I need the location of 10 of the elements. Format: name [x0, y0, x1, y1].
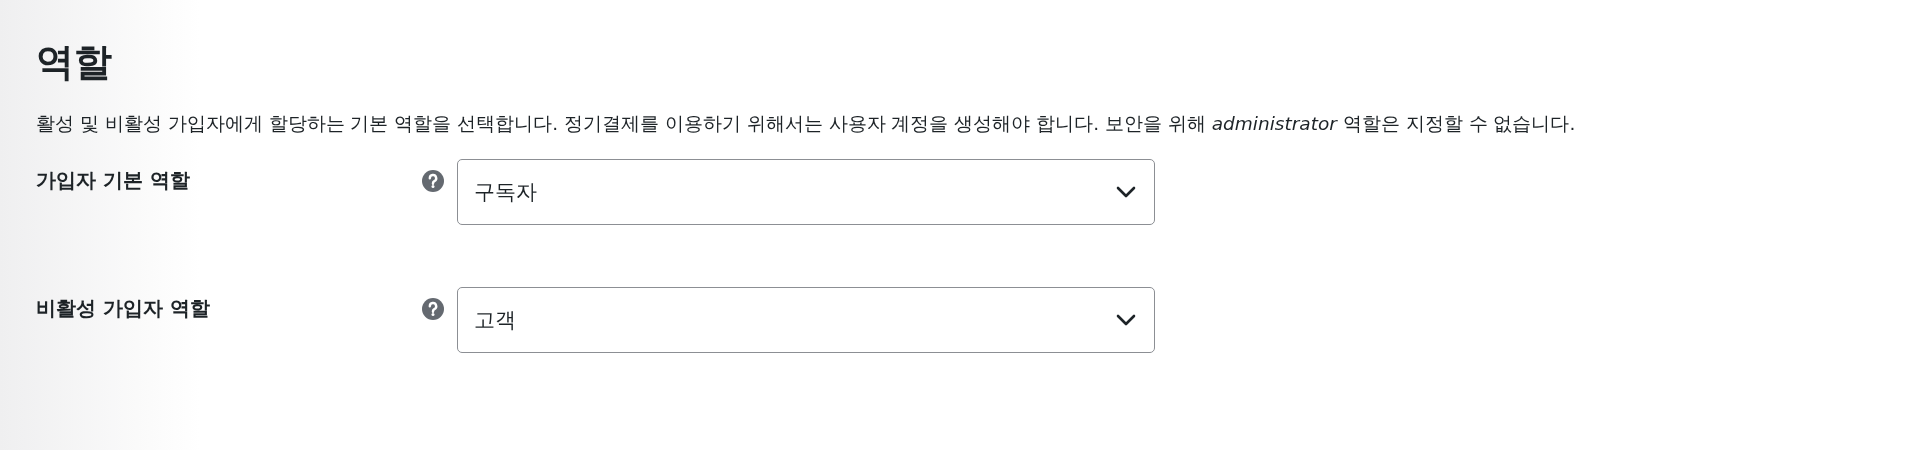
field-label: 비활성 가입자 역할 [36, 295, 211, 323]
help-icon[interactable] [421, 297, 445, 322]
role-dropdown[interactable]: 구독자 [457, 159, 1155, 226]
section-description: 활성 및 비활성 가입자에게 할당하는 기본 역할을 선택합니다. 정기결제를 이용하기 위해서는 사용자 계정을 생성해야 합니다. 보안을 위해 administrator 역할은 지정할 수 없습니다. [36, 111, 1577, 136]
chevron-down-icon [1116, 186, 1136, 199]
chevron-down-icon [1116, 314, 1136, 327]
field-label: 가입자 기본 역할 [36, 167, 191, 195]
role-dropdown[interactable]: 고객 [457, 287, 1155, 354]
help-icon[interactable] [421, 169, 445, 194]
section-title: 역할 [36, 40, 113, 86]
